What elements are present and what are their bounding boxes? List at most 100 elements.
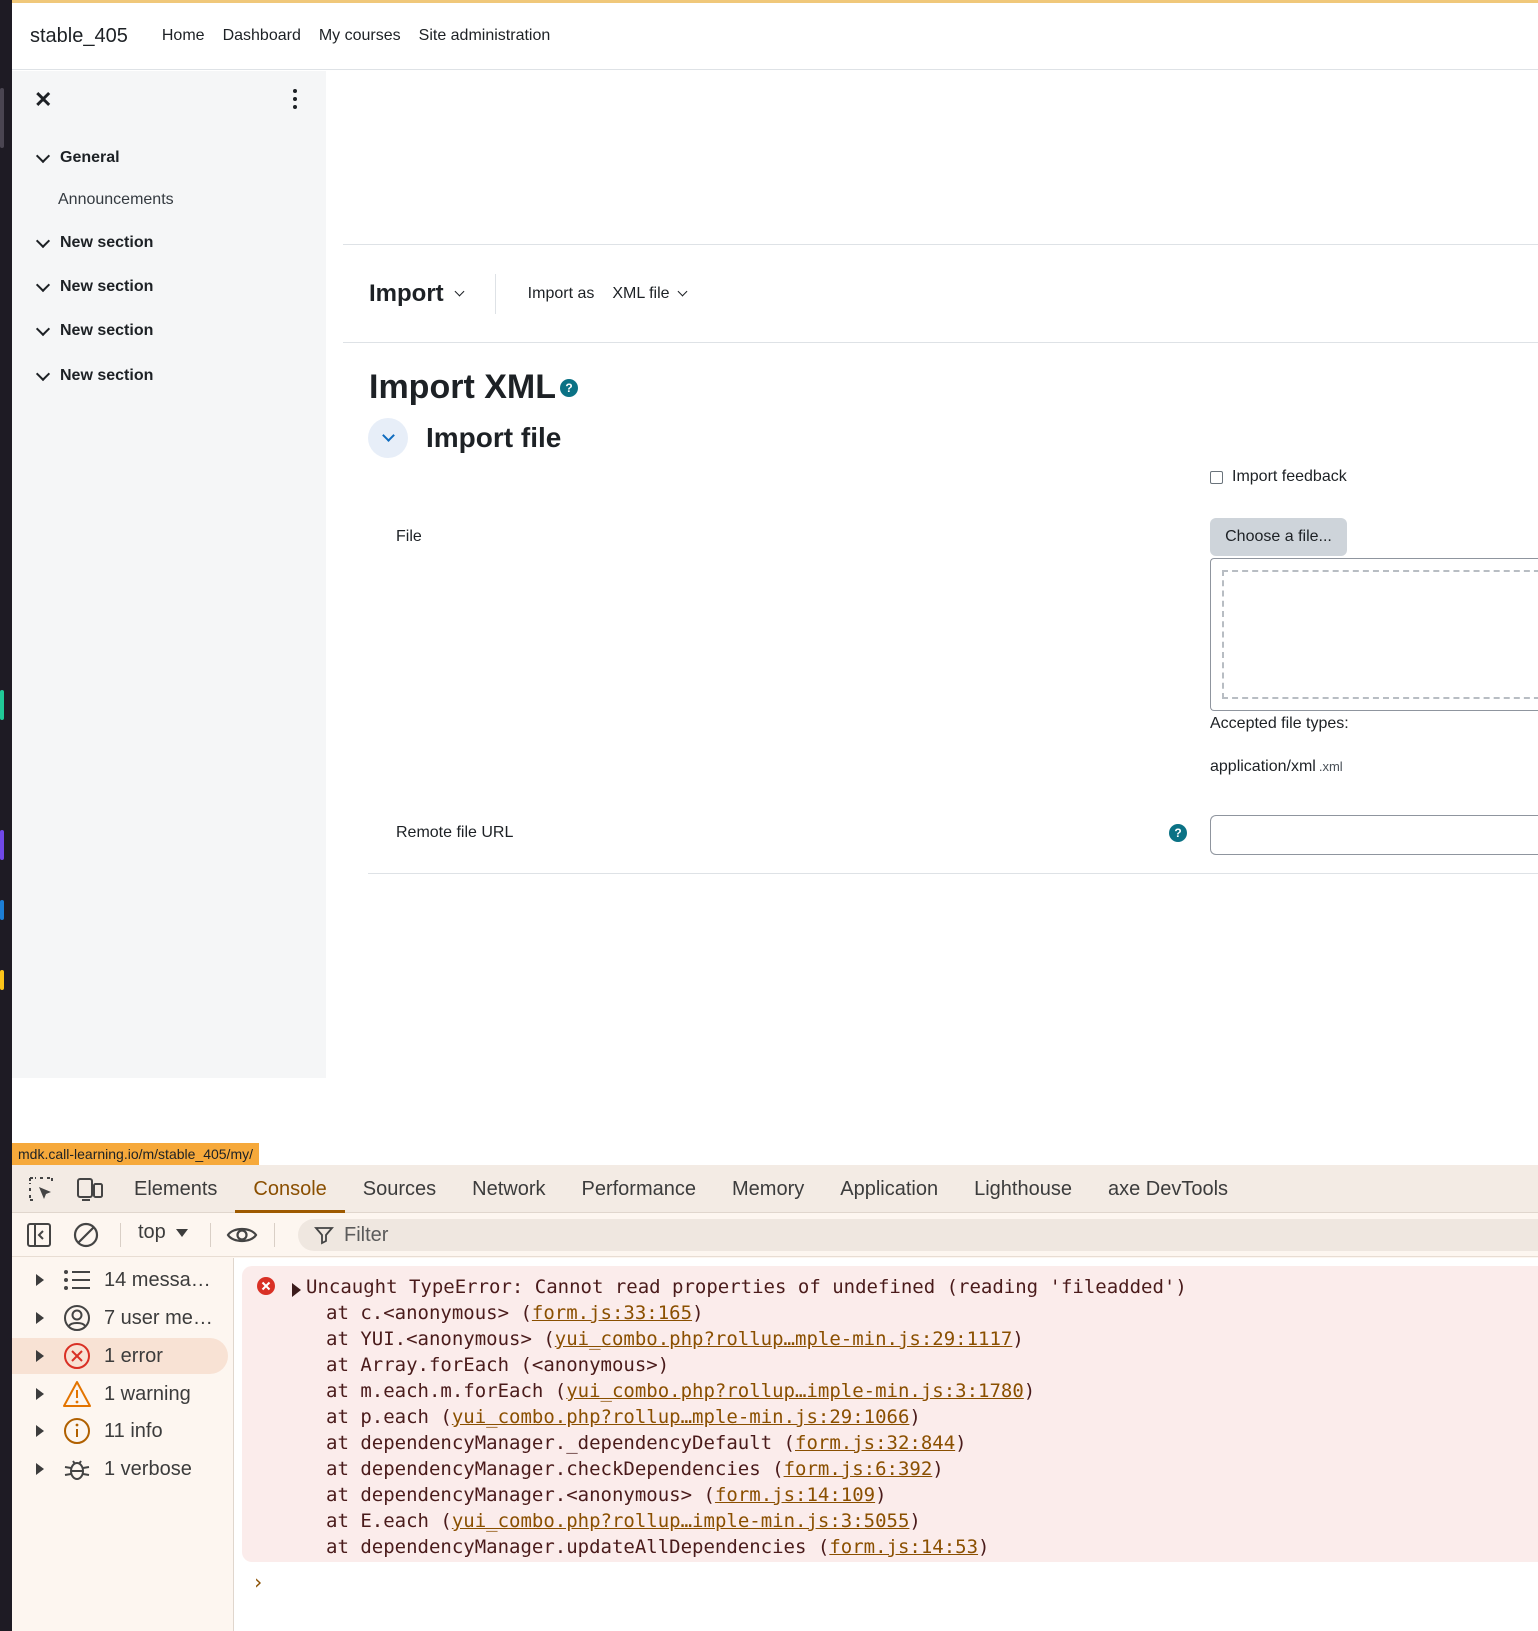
sidebar-item-label: 1 verbose xyxy=(104,1457,192,1480)
sidebar-item-warnings[interactable]: 1 warning xyxy=(12,1376,228,1412)
strip-mark xyxy=(0,900,4,920)
stack-frame-text: at dependencyManager._dependencyDefault … xyxy=(326,1432,795,1454)
choose-file-button[interactable]: Choose a file... xyxy=(1210,518,1347,556)
console-error-message[interactable]: Uncaught TypeError: Cannot read properti… xyxy=(242,1266,1538,1562)
sidebar-toggle-icon[interactable] xyxy=(26,1222,52,1253)
context-selector[interactable]: top xyxy=(138,1221,188,1244)
source-link[interactable]: yui_combo.php?rollup…mple-min.js:29:1066 xyxy=(452,1406,910,1428)
caret-down-icon xyxy=(175,1228,188,1237)
stack-frame: at dependencyManager.<anonymous> (form.j… xyxy=(306,1482,1187,1508)
chevron-down-icon xyxy=(381,429,395,442)
devtools-tabbar: Elements Console Sources Network Perform… xyxy=(12,1165,1538,1213)
nav-site-administration[interactable]: Site administration xyxy=(419,27,551,45)
chevron-down-icon[interactable] xyxy=(35,233,51,249)
expand-arrow-icon[interactable] xyxy=(36,1312,44,1324)
stack-frame-text: ) xyxy=(875,1484,887,1506)
source-link[interactable]: yui_combo.php?rollup…mple-min.js:29:1117 xyxy=(555,1328,1013,1350)
divider xyxy=(343,244,1538,245)
import-menu-dropdown[interactable]: Import xyxy=(369,280,465,308)
sidebar-item-user-messages[interactable]: 7 user me… xyxy=(12,1300,228,1336)
site-brand[interactable]: stable_405 xyxy=(30,25,128,48)
expand-arrow-icon[interactable] xyxy=(36,1350,44,1362)
expand-arrow-icon[interactable] xyxy=(36,1425,44,1437)
source-link[interactable]: form.js:33:165 xyxy=(532,1302,692,1324)
stack-frame: at m.each.m.forEach (yui_combo.php?rollu… xyxy=(306,1378,1187,1404)
tab-lighthouse[interactable]: Lighthouse xyxy=(974,1165,1072,1213)
inspect-element-icon[interactable] xyxy=(28,1176,54,1202)
source-link[interactable]: form.js:14:109 xyxy=(715,1484,875,1506)
console-output: Uncaught TypeError: Cannot read properti… xyxy=(234,1258,1538,1631)
expand-arrow-icon[interactable] xyxy=(292,1283,301,1297)
drawer-section-new-2[interactable]: New section xyxy=(34,277,154,296)
user-icon xyxy=(62,1303,92,1333)
drawer-section-general[interactable]: General xyxy=(34,148,120,167)
sidebar-item-info[interactable]: 11 info xyxy=(12,1413,228,1449)
clear-console-icon[interactable] xyxy=(72,1221,100,1254)
context-value: top xyxy=(138,1221,166,1243)
tab-sources[interactable]: Sources xyxy=(363,1165,436,1213)
tab-console[interactable]: Console xyxy=(235,1165,346,1213)
file-dropzone[interactable] xyxy=(1210,558,1538,711)
page-title-text: Import XML xyxy=(369,368,556,406)
expand-arrow-icon[interactable] xyxy=(36,1388,44,1400)
dropzone-area[interactable] xyxy=(1222,570,1538,699)
divider xyxy=(368,873,1538,874)
chevron-down-icon[interactable] xyxy=(35,321,51,337)
divider xyxy=(274,1223,275,1247)
nav-dashboard[interactable]: Dashboard xyxy=(223,27,301,45)
file-field-label: File xyxy=(396,528,422,545)
divider xyxy=(343,342,1538,343)
chevron-down-icon[interactable] xyxy=(35,366,51,382)
drawer-section-new-4[interactable]: New section xyxy=(34,366,153,385)
device-toolbar-icon[interactable] xyxy=(76,1176,104,1202)
tab-elements[interactable]: Elements xyxy=(134,1165,217,1213)
stack-frame: at E.each (yui_combo.php?rollup…imple-mi… xyxy=(306,1508,1187,1534)
chevron-down-icon[interactable] xyxy=(35,277,51,293)
source-link[interactable]: form.js:14:53 xyxy=(829,1536,978,1558)
drawer-section-new-3[interactable]: New section xyxy=(34,321,154,340)
console-prompt-icon[interactable]: › xyxy=(252,1570,264,1594)
help-icon[interactable]: ? xyxy=(559,378,578,397)
stack-frame-text: ) xyxy=(955,1432,967,1454)
strip-mark xyxy=(0,88,4,148)
sidebar-item-verbose[interactable]: 1 verbose xyxy=(12,1451,228,1487)
source-link[interactable]: form.js:6:392 xyxy=(784,1458,933,1480)
drawer-section-label: New section xyxy=(60,322,154,339)
remote-url-input[interactable] xyxy=(1210,815,1538,855)
help-icon[interactable]: ? xyxy=(1169,824,1187,842)
import-format-dropdown[interactable]: XML file xyxy=(612,285,688,303)
tab-memory[interactable]: Memory xyxy=(732,1165,804,1213)
expand-arrow-icon[interactable] xyxy=(36,1463,44,1475)
nav-my-courses[interactable]: My courses xyxy=(319,27,401,45)
kebab-menu-icon[interactable] xyxy=(292,89,298,109)
tab-application[interactable]: Application xyxy=(840,1165,938,1213)
sidebar-item-errors[interactable]: 1 error xyxy=(12,1338,228,1374)
source-link[interactable]: yui_combo.php?rollup…imple-min.js:3:5055 xyxy=(452,1510,910,1532)
nav-home[interactable]: Home xyxy=(162,27,205,45)
stack-frame-text: ) xyxy=(909,1406,921,1428)
import-feedback-option[interactable]: Import feedback xyxy=(1210,468,1347,486)
error-text: Uncaught TypeError: Cannot read properti… xyxy=(306,1274,1187,1560)
import-feedback-checkbox[interactable] xyxy=(1210,470,1223,484)
tab-axe-devtools[interactable]: axe DevTools xyxy=(1108,1165,1228,1213)
source-link[interactable]: yui_combo.php?rollup…imple-min.js:3:1780 xyxy=(566,1380,1024,1402)
close-icon[interactable]: ✕ xyxy=(34,87,52,113)
drawer-item-announcements[interactable]: Announcements xyxy=(58,191,174,209)
chevron-down-icon[interactable] xyxy=(35,148,51,164)
stack-frame-text: ) xyxy=(1012,1328,1024,1350)
console-toolbar: top Filter xyxy=(12,1213,1538,1257)
sidebar-item-messages[interactable]: 14 messa… xyxy=(12,1262,228,1298)
collapse-section-button[interactable] xyxy=(368,418,408,458)
expand-arrow-icon[interactable] xyxy=(36,1274,44,1286)
tab-performance[interactable]: Performance xyxy=(582,1165,697,1213)
divider xyxy=(210,1223,211,1247)
drawer-section-label: New section xyxy=(60,278,154,295)
eye-icon[interactable] xyxy=(226,1221,258,1254)
console-filter-input[interactable]: Filter xyxy=(298,1219,1538,1251)
drawer-section-new-1[interactable]: New section xyxy=(34,233,153,252)
chevron-down-icon xyxy=(454,286,465,297)
stack-frame: at dependencyManager.checkDependencies (… xyxy=(306,1456,1187,1482)
tab-network[interactable]: Network xyxy=(472,1165,545,1213)
sidebar-item-label: 11 info xyxy=(104,1419,163,1442)
source-link[interactable]: form.js:32:844 xyxy=(795,1432,955,1454)
